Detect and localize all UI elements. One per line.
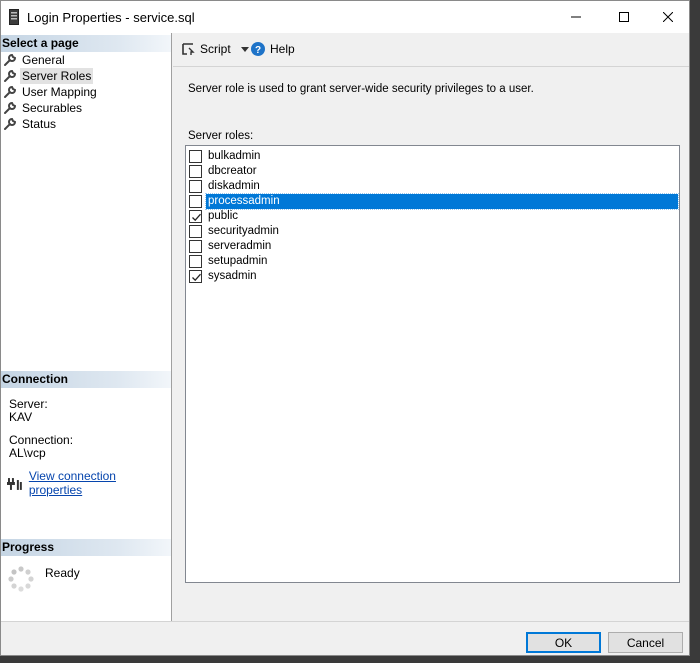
server-roles-label: Server roles: [188, 130, 254, 142]
server-icon [9, 9, 19, 25]
role-item-processadmin[interactable]: processadmin [188, 193, 679, 210]
role-checkbox[interactable] [189, 270, 202, 283]
wrench-icon [4, 69, 17, 82]
close-icon [663, 12, 673, 22]
minimize-icon [571, 16, 581, 18]
nav-label: Status [22, 117, 57, 131]
left-panel: Select a page General Server Roles User … [1, 33, 172, 621]
ok-button[interactable]: OK [526, 632, 601, 653]
wrench-icon [4, 117, 17, 130]
login-properties-dialog: Login Properties - service.sql Select a … [0, 0, 690, 656]
connection-value: AL\vcp [9, 446, 46, 460]
role-item-bulkadmin[interactable]: bulkadmin [188, 149, 678, 164]
page-description: Server role is used to grant server-wide… [188, 83, 534, 95]
role-checkbox[interactable] [189, 180, 202, 193]
help-button[interactable]: ? Help [251, 42, 295, 56]
help-icon: ? [251, 42, 265, 56]
role-name: dbcreator [208, 165, 257, 177]
role-item-public[interactable]: public [188, 209, 678, 224]
progress-spinner-icon [8, 566, 34, 592]
role-item-serveradmin[interactable]: serveradmin [188, 239, 678, 254]
role-checkbox[interactable] [189, 240, 202, 253]
help-label: Help [270, 42, 295, 56]
role-name: serveradmin [208, 240, 272, 252]
role-name: diskadmin [208, 180, 260, 192]
nav-item-securables[interactable]: Securables [3, 100, 163, 116]
role-checkbox[interactable] [189, 150, 202, 163]
cancel-button[interactable]: Cancel [608, 632, 683, 653]
close-button[interactable] [645, 1, 691, 33]
role-checkbox[interactable] [189, 165, 202, 178]
script-icon [182, 43, 195, 55]
button-bar: OK Cancel [1, 621, 689, 655]
script-button[interactable]: Script [181, 42, 249, 56]
title-bar[interactable]: Login Properties - service.sql [1, 1, 689, 33]
nav-label: General [22, 53, 65, 67]
maximize-button[interactable] [601, 1, 647, 33]
nav-label: Server Roles [20, 68, 94, 84]
server-label: Server: [9, 397, 48, 411]
connection-label: Connection: [9, 433, 74, 447]
role-checkbox[interactable] [189, 225, 202, 238]
checkmark-icon [192, 273, 201, 282]
svg-text:?: ? [255, 45, 261, 56]
toolbar: Script ? Help [173, 33, 689, 67]
nav-item-user-mapping[interactable]: User Mapping [3, 84, 163, 100]
nav-label: User Mapping [22, 85, 97, 99]
maximize-icon [619, 12, 629, 22]
script-label: Script [200, 42, 231, 56]
role-item-securityadmin[interactable]: securityadmin [188, 224, 678, 239]
server-value: KAV [9, 410, 33, 424]
wrench-icon [4, 85, 17, 98]
nav-item-general[interactable]: General [3, 52, 163, 68]
role-name: securityadmin [208, 225, 279, 237]
role-checkbox[interactable] [189, 255, 202, 268]
role-name: processadmin [205, 193, 679, 210]
role-name: bulkadmin [208, 150, 261, 162]
role-name: public [208, 210, 239, 222]
connection-header: Connection [1, 371, 171, 388]
nav-label: Securables [22, 101, 83, 115]
window-title: Login Properties - service.sql [27, 10, 195, 25]
role-item-dbcreator[interactable]: dbcreator [188, 164, 678, 179]
server-roles-list[interactable]: bulkadmin dbcreator diskadmin processadmin p… [185, 145, 680, 583]
dropdown-arrow-icon[interactable] [240, 46, 249, 52]
role-item-setupadmin[interactable]: setupadmin [188, 254, 678, 269]
view-connection-properties[interactable]: View connection properties [7, 469, 171, 497]
network-plug-icon [7, 478, 22, 490]
nav-item-server-roles[interactable]: Server Roles [3, 68, 163, 84]
progress-status: Ready [45, 566, 80, 580]
role-name: sysadmin [208, 270, 257, 282]
view-connection-link[interactable]: View connection properties [29, 469, 171, 497]
progress-header: Progress [1, 539, 171, 556]
wrench-icon [4, 101, 17, 114]
role-checkbox[interactable] [189, 195, 202, 208]
role-item-sysadmin[interactable]: sysadmin [188, 269, 678, 284]
select-page-header: Select a page [1, 35, 171, 52]
checkmark-icon [192, 213, 201, 222]
role-checkbox[interactable] [189, 210, 202, 223]
wrench-icon [4, 53, 17, 66]
nav-item-status[interactable]: Status [3, 116, 163, 132]
role-name: setupadmin [208, 255, 268, 267]
minimize-button[interactable] [553, 1, 599, 33]
server-roles-page: Server role is used to grant server-wide… [173, 68, 689, 621]
role-item-diskadmin[interactable]: diskadmin [188, 179, 678, 194]
